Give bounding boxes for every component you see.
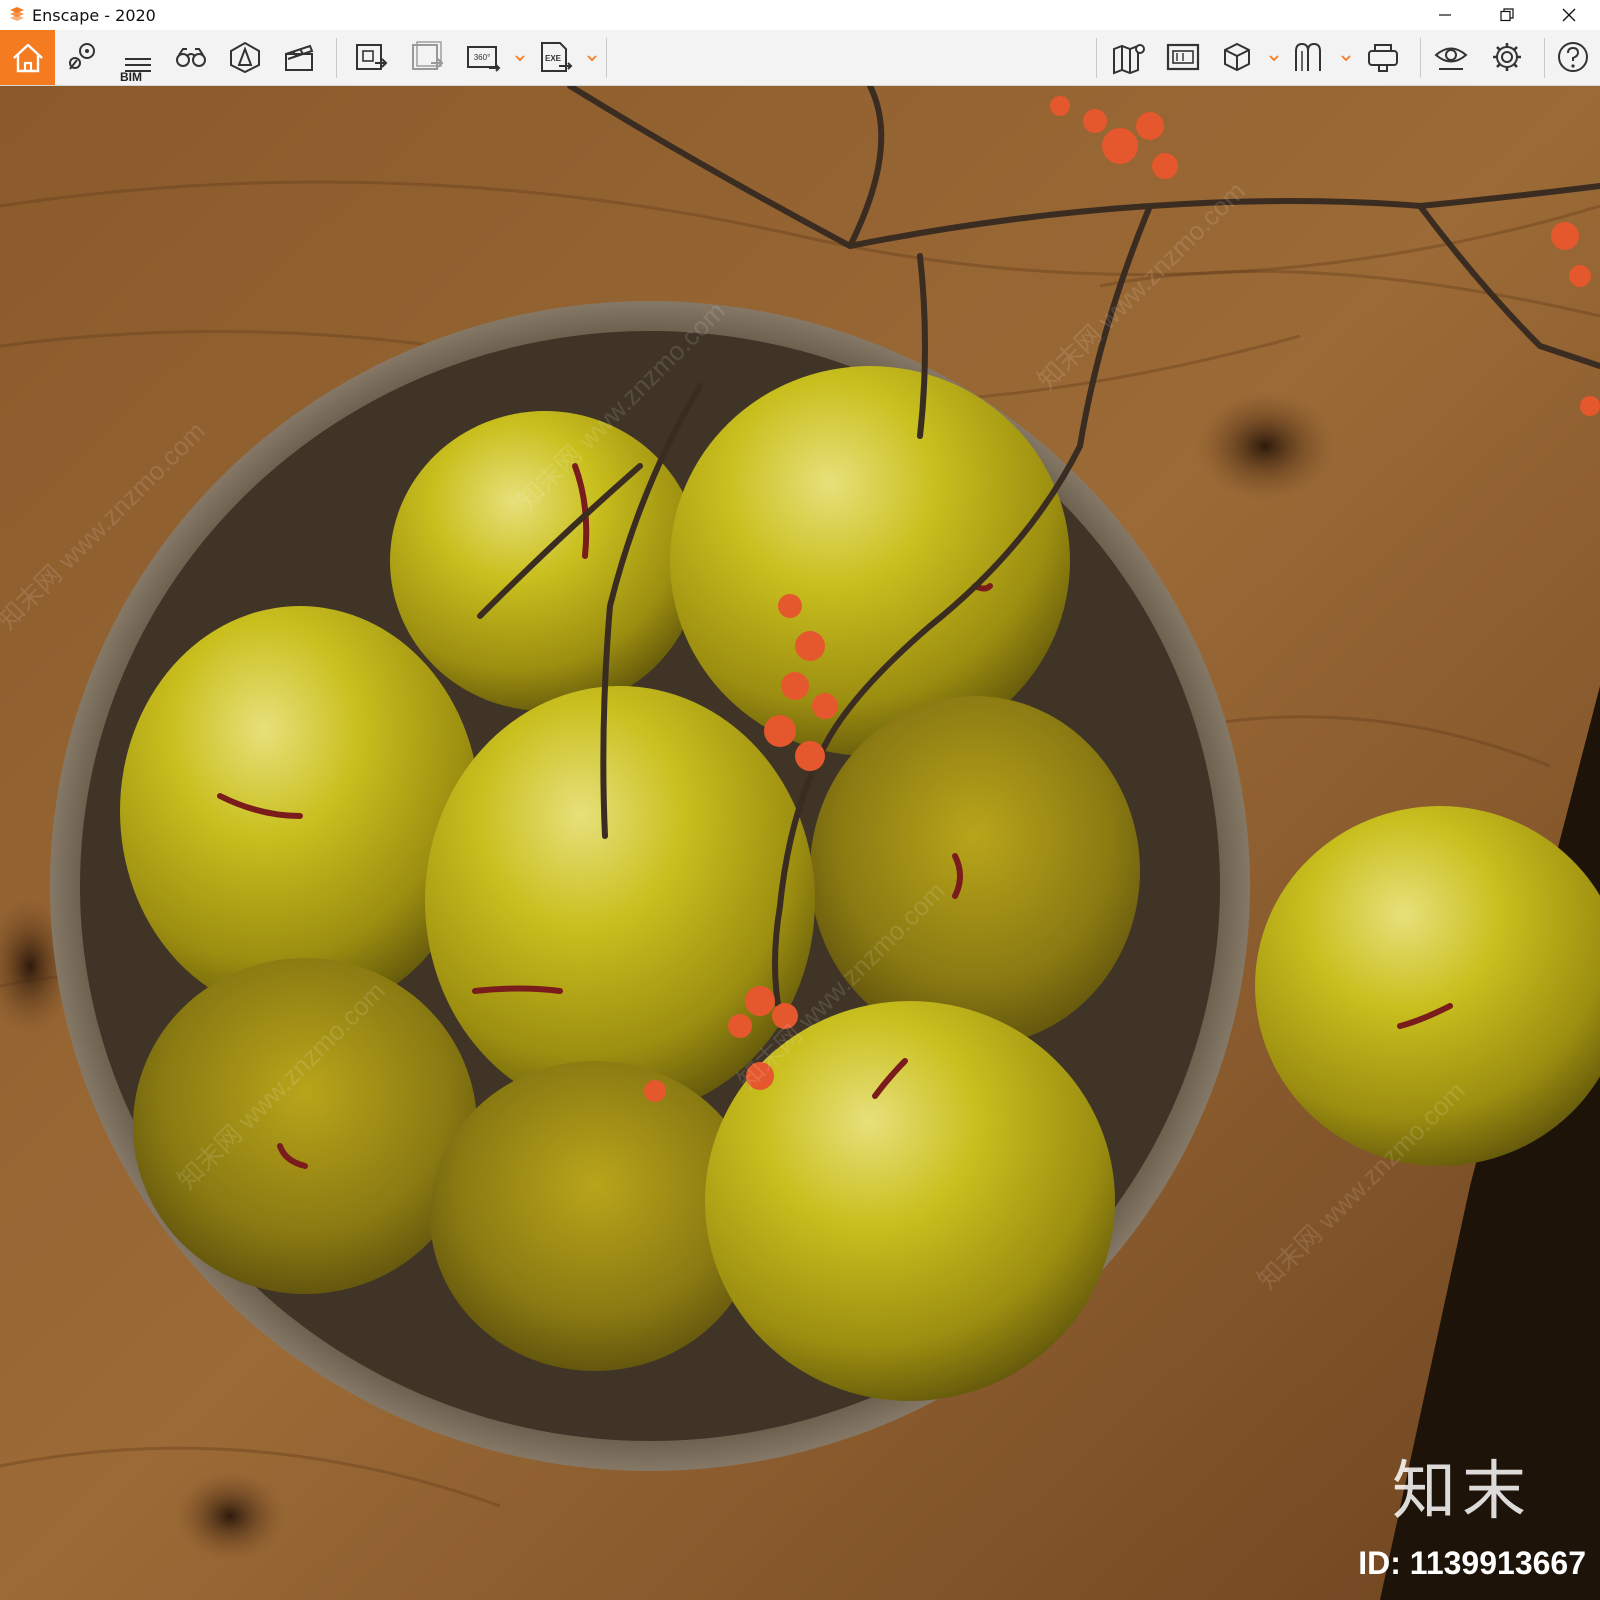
- screenshot-export-button[interactable]: [348, 34, 394, 80]
- toolbar-separator: [1544, 38, 1545, 78]
- help-icon: [1558, 42, 1588, 72]
- home-icon: [12, 43, 43, 72]
- settings-button[interactable]: [1484, 34, 1530, 80]
- close-button[interactable]: [1538, 0, 1600, 30]
- visual-settings-button[interactable]: [1428, 34, 1474, 80]
- panorama-dropdown-chevron-icon[interactable]: [514, 52, 526, 64]
- window-title: Enscape - 2020: [32, 5, 156, 25]
- materials-dropdown-chevron-icon[interactable]: [1340, 52, 1352, 64]
- toolbar-separator: [1420, 38, 1421, 78]
- main-toolbar: BIM 360° EXE: [0, 30, 1600, 108]
- upload-icon: [1166, 43, 1200, 71]
- settings-gear-icon: [1493, 43, 1521, 71]
- visual-settings-icon: [1434, 47, 1468, 70]
- render-viewport[interactable]: 知末网 www.znzmo.com 知末网 www.znzmo.com 知末网 …: [0, 86, 1600, 1600]
- toolbar-separator: [336, 38, 337, 78]
- cube-icon: [1224, 42, 1250, 72]
- watermark-id: ID: 1139913667: [1358, 1545, 1586, 1581]
- cube-button[interactable]: [1214, 34, 1260, 80]
- svg-text:EXE: EXE: [545, 54, 562, 63]
- exe-dropdown-chevron-icon[interactable]: [586, 52, 598, 64]
- batch-render-button[interactable]: [404, 34, 450, 80]
- exe-export-button[interactable]: EXE: [532, 34, 578, 80]
- screenshot-export-icon: [356, 44, 388, 70]
- cube-dropdown-chevron-icon[interactable]: [1268, 52, 1280, 64]
- upload-button[interactable]: [1160, 34, 1206, 80]
- vr-headset-button[interactable]: [1360, 34, 1406, 80]
- binoculars-button[interactable]: [168, 34, 214, 80]
- minimize-button[interactable]: [1414, 0, 1476, 30]
- svg-text:360°: 360°: [474, 53, 491, 62]
- map-button[interactable]: [1106, 34, 1152, 80]
- map-icon: [1113, 44, 1145, 75]
- panorama-360-icon: 360°: [467, 46, 501, 72]
- vr-headset-icon: [1368, 44, 1398, 72]
- enscape-logo-icon: [6, 4, 28, 26]
- binoculars-icon: [176, 48, 206, 67]
- restore-button[interactable]: [1476, 0, 1538, 30]
- view-management-button[interactable]: [60, 34, 106, 80]
- batch-render-icon: [412, 41, 444, 70]
- toolbar-separator: [1096, 38, 1097, 78]
- watermark-logo: 知末: [1392, 1455, 1532, 1529]
- view-management-icon: [69, 43, 95, 70]
- panorama-button[interactable]: 360°: [460, 34, 506, 80]
- bim-label: BIM: [120, 70, 142, 84]
- home-button[interactable]: [0, 30, 55, 85]
- materials-icon: [1295, 42, 1321, 71]
- rendered-scene: [0, 86, 1600, 1600]
- help-button[interactable]: [1550, 34, 1596, 80]
- title-bar: Enscape - 2020: [0, 0, 1600, 30]
- materials-button[interactable]: [1286, 34, 1332, 80]
- toolbar-separator: [606, 38, 607, 78]
- asset-library-button[interactable]: [222, 34, 268, 80]
- video-editor-icon: [285, 44, 314, 71]
- asset-library-icon: [230, 41, 260, 74]
- video-editor-button[interactable]: [276, 34, 322, 80]
- exe-standalone-icon: EXE: [541, 42, 573, 72]
